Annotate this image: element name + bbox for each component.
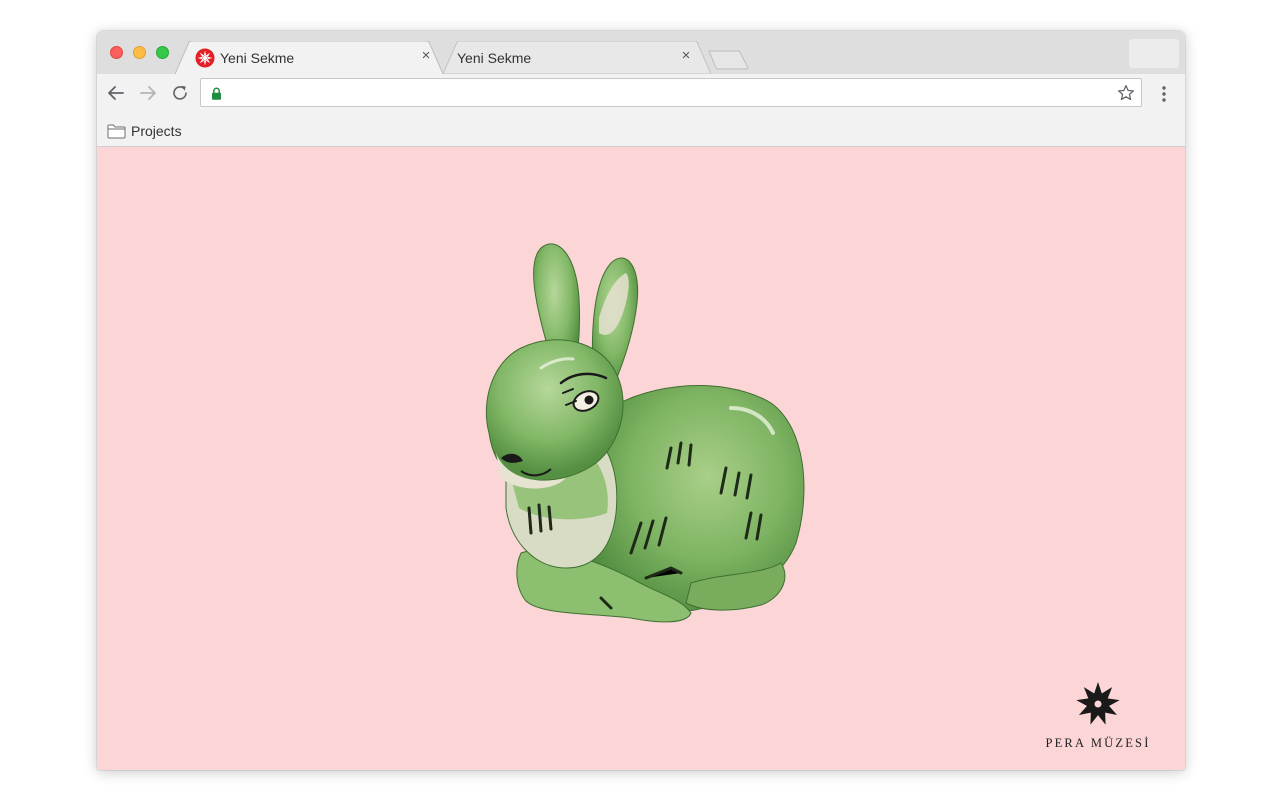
tab-title: Yeni Sekme xyxy=(457,50,532,66)
bookmarks-bar: Projects xyxy=(97,112,1185,147)
browser-window: Yeni Sekme × Yeni Sekme × Projects PERA … xyxy=(97,31,1185,770)
navigation-toolbar xyxy=(97,74,1185,112)
tab-title: Yeni Sekme xyxy=(220,50,295,66)
tab-close-icon[interactable]: × xyxy=(678,48,694,64)
reload-icon[interactable] xyxy=(170,83,190,103)
star-icon[interactable] xyxy=(1117,84,1135,102)
tab-shape xyxy=(175,41,443,74)
minimize-window-button[interactable] xyxy=(133,46,146,59)
folder-icon xyxy=(107,124,126,138)
green-rabbit-figurine-image xyxy=(485,243,805,623)
bookmark-label: Projects xyxy=(131,123,182,139)
address-bar[interactable] xyxy=(200,78,1142,107)
tab-strip: Yeni Sekme × Yeni Sekme × xyxy=(97,31,1185,74)
address-input[interactable] xyxy=(229,83,1113,104)
tab-active[interactable]: Yeni Sekme × xyxy=(175,41,443,74)
forward-arrow-icon[interactable] xyxy=(138,83,158,103)
maximize-window-button[interactable] xyxy=(156,46,169,59)
profile-button[interactable] xyxy=(1129,39,1179,68)
pera-museum-logo: PERA MÜZESİ xyxy=(1043,681,1153,751)
lock-icon xyxy=(212,87,221,100)
pera-star-logo-icon xyxy=(1076,682,1120,725)
pera-museum-wordmark: PERA MÜZESİ xyxy=(1045,736,1151,750)
back-arrow-icon[interactable] xyxy=(106,83,126,103)
pera-favicon-icon xyxy=(195,48,215,68)
vertical-dots-menu-icon[interactable] xyxy=(1155,84,1173,104)
close-window-button[interactable] xyxy=(110,46,123,59)
tab-inactive[interactable]: Yeni Sekme × xyxy=(443,41,711,74)
bookmark-projects[interactable]: Projects xyxy=(107,121,182,141)
tab-close-icon[interactable]: × xyxy=(418,48,434,64)
new-tab-button[interactable] xyxy=(708,50,750,70)
new-tab-page: PERA MÜZESİ xyxy=(97,147,1185,770)
